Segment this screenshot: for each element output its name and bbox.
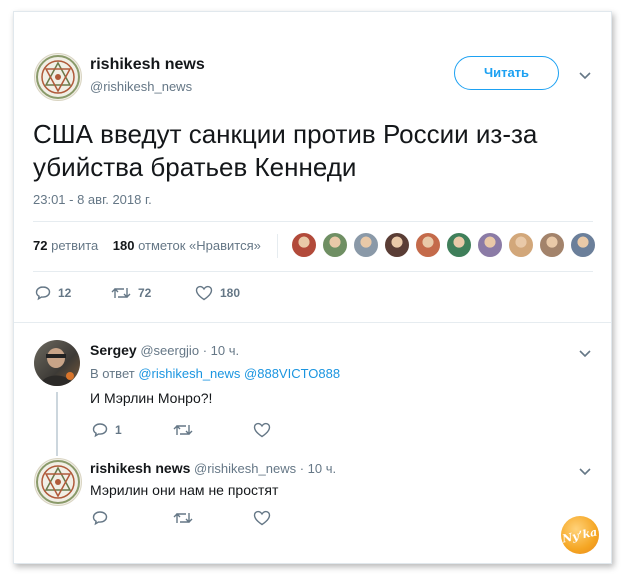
tweet-text-line1: США введут санкции против России из-за <box>33 119 538 149</box>
reply-time[interactable]: · 10 ч. <box>203 343 239 358</box>
like-count: 180 <box>220 286 241 300</box>
heart-icon <box>195 285 213 301</box>
retweet-icon <box>173 425 193 435</box>
reply-header: rishikesh news @rishikesh_news · 10 ч. <box>90 460 336 476</box>
retweets-label[interactable]: ретвита <box>51 238 98 253</box>
likes-count[interactable]: 180 <box>113 238 135 253</box>
reply-author-handle[interactable]: @seergjio <box>140 343 199 358</box>
divider <box>14 322 611 323</box>
heart-icon <box>253 422 271 438</box>
mention-link[interactable]: @rishikesh_news <box>138 366 240 381</box>
liker-avatar[interactable] <box>291 232 317 258</box>
liker-avatar[interactable] <box>508 232 534 258</box>
likers-avatars <box>291 232 596 258</box>
liker-avatar[interactable] <box>446 232 472 258</box>
liker-avatar[interactable] <box>384 232 410 258</box>
retweets-count[interactable]: 72 <box>33 238 47 253</box>
reply-text: Мэрилин они нам не простят <box>90 482 279 498</box>
liker-avatar[interactable] <box>322 232 348 258</box>
liker-avatar[interactable] <box>570 232 596 258</box>
thread-line <box>56 392 58 456</box>
reply-header: Sergey @seergjio · 10 ч. <box>90 342 239 358</box>
retweet-icon <box>173 513 193 523</box>
liker-avatar[interactable] <box>539 232 565 258</box>
reply-author-name[interactable]: Sergey <box>90 342 137 358</box>
reply-time[interactable]: · 10 ч. <box>300 461 336 476</box>
reply-author-handle[interactable]: @rishikesh_news <box>194 461 296 476</box>
retweet-action[interactable] <box>173 422 193 438</box>
follow-button[interactable]: Читать <box>454 56 559 90</box>
reply-context: В ответ @rishikesh_news @888VICTO888 <box>90 366 340 381</box>
reply-author-name[interactable]: rishikesh news <box>90 460 190 476</box>
chevron-down-icon[interactable] <box>578 68 592 84</box>
reply-action[interactable] <box>92 510 108 526</box>
yantra-logo-icon <box>36 460 80 504</box>
author-name[interactable]: rishikesh news <box>90 56 205 74</box>
reply-icon <box>92 423 108 438</box>
like-action[interactable]: 180 <box>195 285 240 301</box>
mention-link[interactable]: @888VICTO888 <box>244 366 340 381</box>
retweet-action[interactable]: 72 <box>111 285 151 301</box>
reply-prefix: В ответ <box>90 366 135 381</box>
chevron-down-icon[interactable] <box>578 464 592 480</box>
retweet-action[interactable] <box>173 510 193 526</box>
reply-icon <box>92 511 108 526</box>
reply-action[interactable]: 1 <box>92 422 122 438</box>
yantra-logo-icon <box>36 55 80 99</box>
reply-avatar[interactable] <box>34 340 80 386</box>
retweet-icon <box>111 288 131 298</box>
tweet-text-line2: убийства братьев Кеннеди <box>33 152 357 182</box>
watermark-text: Ny’ka <box>561 524 599 546</box>
author-avatar[interactable] <box>34 53 82 101</box>
reply-icon <box>35 286 51 301</box>
heart-icon <box>253 510 271 526</box>
liker-avatar[interactable] <box>353 232 379 258</box>
person-photo-icon <box>40 348 74 386</box>
divider <box>33 271 593 272</box>
liker-avatar[interactable] <box>415 232 441 258</box>
watermark-logo: Ny’ka <box>561 516 599 554</box>
reply-count: 12 <box>58 286 72 300</box>
reply-count: 1 <box>115 423 122 437</box>
author-handle[interactable]: @rishikesh_news <box>90 79 192 94</box>
chevron-down-icon[interactable] <box>578 346 592 362</box>
likes-label[interactable]: отметок «Нравится» <box>138 238 261 253</box>
retweet-count: 72 <box>138 286 152 300</box>
reply-action[interactable]: 12 <box>35 285 71 301</box>
divider <box>33 221 593 222</box>
like-action[interactable] <box>253 422 271 438</box>
reply-avatar[interactable] <box>34 458 82 506</box>
tweet-text: США введут санкции против России из-за у… <box>33 118 598 184</box>
stats-divider <box>277 234 278 258</box>
like-action[interactable] <box>253 510 271 526</box>
liker-avatar[interactable] <box>477 232 503 258</box>
tweet-stats: 72 ретвита 180 отметок «Нравится» <box>33 238 261 253</box>
tweet-timestamp[interactable]: 23:01 - 8 авг. 2018 г. <box>33 192 152 207</box>
tweet-card: rishikesh news @rishikesh_news Читать СШ… <box>13 11 612 564</box>
reply-text: И Мэрлин Монро?! <box>90 390 213 406</box>
